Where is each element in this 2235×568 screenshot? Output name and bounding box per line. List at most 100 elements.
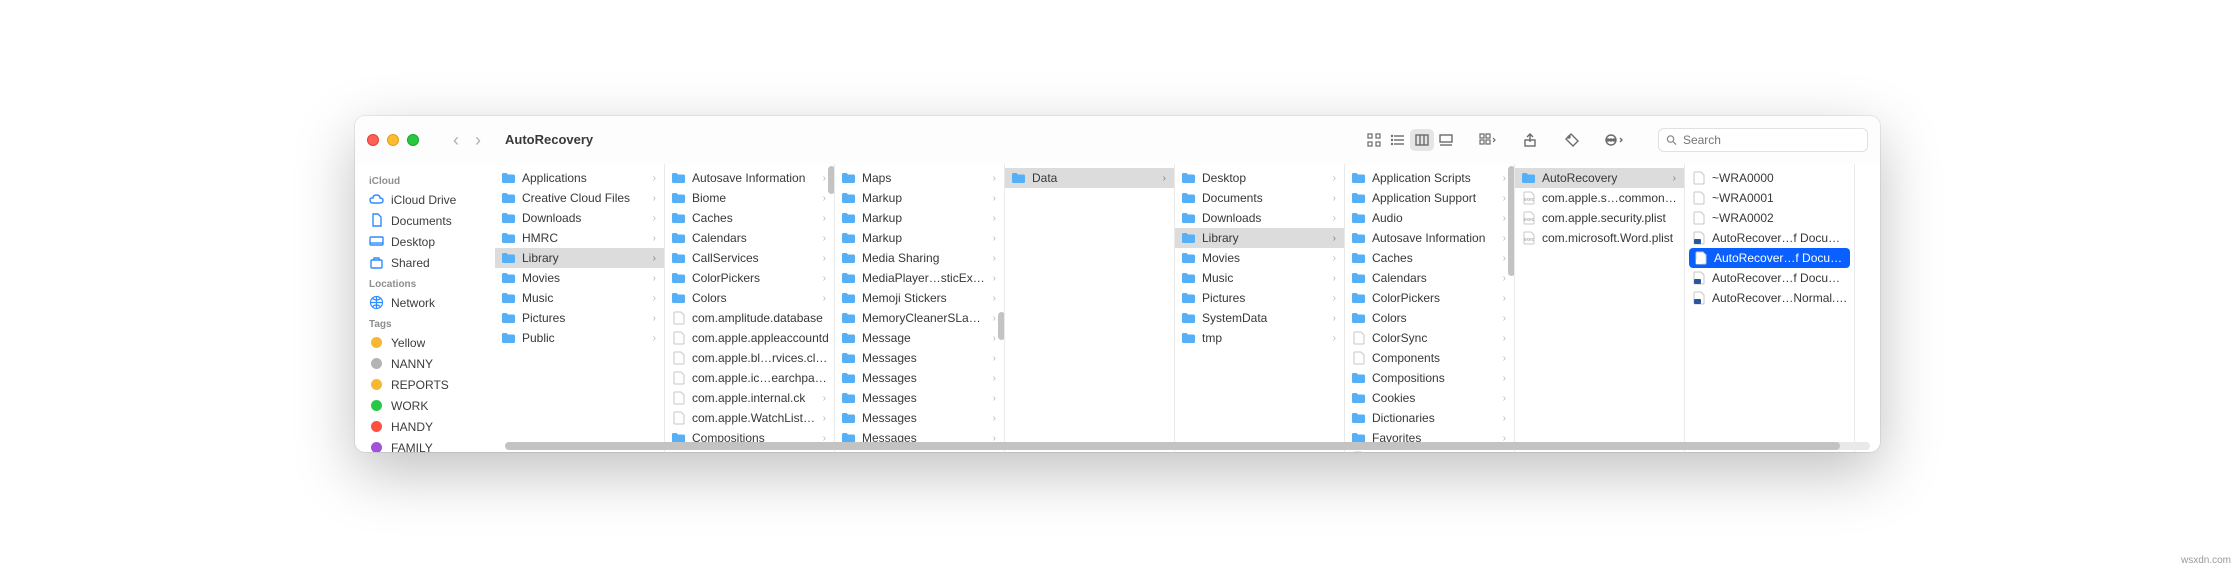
column-item[interactable]: Music› [495, 288, 664, 308]
column-item[interactable]: com.apple.ic…earchpartyd [665, 368, 834, 388]
sidebar-item[interactable]: Desktop [363, 231, 495, 252]
column-item[interactable]: Colors› [665, 288, 834, 308]
column-item[interactable]: Autosave Information› [665, 168, 834, 188]
column-view-button[interactable] [1410, 129, 1434, 151]
tags-button[interactable] [1560, 129, 1584, 151]
column-item[interactable]: Caches› [1345, 248, 1514, 268]
column-item[interactable]: AutoRecover…f Document3 [1685, 268, 1854, 288]
column-item[interactable]: com.apple.WatchListKit› [665, 408, 834, 428]
column-item[interactable]: AutoRecover…f Document2 [1689, 248, 1850, 268]
column-item[interactable]: execcom.apple.s…common.plist [1515, 188, 1684, 208]
column-item[interactable]: Data› [1005, 168, 1174, 188]
sidebar-item[interactable]: Shared [363, 252, 495, 273]
column-item[interactable]: ~WRA0002 [1685, 208, 1854, 228]
sidebar-item[interactable]: Documents [363, 210, 495, 231]
column-item[interactable]: Autosave Information› [1345, 228, 1514, 248]
column-item[interactable]: Components› [1345, 348, 1514, 368]
column-item[interactable]: com.apple.appleaccountd [665, 328, 834, 348]
column-item[interactable]: MemoryCleanerSLauncher› [835, 308, 1004, 328]
column-item[interactable]: MediaPlayer…sticExtension› [835, 268, 1004, 288]
column-item[interactable]: Dictionaries› [1345, 408, 1514, 428]
column-item[interactable]: Messages› [835, 348, 1004, 368]
column-item[interactable]: ~WRA0000 [1685, 168, 1854, 188]
column-item[interactable]: ColorPickers› [665, 268, 834, 288]
list-view-button[interactable] [1386, 129, 1410, 151]
back-button[interactable]: ‹ [453, 131, 459, 149]
column-item[interactable]: com.apple.bl…rvices.cloud [665, 348, 834, 368]
vertical-scrollbar[interactable] [1508, 166, 1514, 276]
column-item[interactable]: Maps› [835, 168, 1004, 188]
column-item[interactable]: execcom.microsoft.Word.plist [1515, 228, 1684, 248]
column-item[interactable]: Pictures› [1175, 288, 1344, 308]
column-item[interactable]: HMRC› [495, 228, 664, 248]
action-menu-button[interactable] [1602, 129, 1626, 151]
column-item[interactable]: Public› [495, 328, 664, 348]
column-item[interactable]: Creative Cloud Files› [495, 188, 664, 208]
column-item[interactable]: Markup› [835, 188, 1004, 208]
search-field[interactable] [1658, 128, 1868, 152]
sidebar-item[interactable]: iCloud Drive [363, 189, 495, 210]
column-item[interactable]: SystemData› [1175, 308, 1344, 328]
column-item[interactable]: Messages› [835, 368, 1004, 388]
column-item[interactable]: AutoRecover…Normal.dotm [1685, 288, 1854, 308]
column-item[interactable]: Audio› [1345, 208, 1514, 228]
column-item[interactable]: com.apple.internal.ck› [665, 388, 834, 408]
sidebar-item[interactable]: REPORTS [363, 374, 495, 395]
horizontal-scrollbar[interactable] [505, 442, 1870, 450]
column-item[interactable]: Markup› [835, 208, 1004, 228]
column-item[interactable]: Biome› [665, 188, 834, 208]
column-item[interactable]: Movies› [1175, 248, 1344, 268]
column-item[interactable]: Documents› [1175, 188, 1344, 208]
column-item[interactable]: Caches› [665, 208, 834, 228]
column-item[interactable]: ~WRA0001 [1685, 188, 1854, 208]
column-item[interactable]: Calendars› [1345, 268, 1514, 288]
sidebar-item[interactable]: Yellow [363, 332, 495, 353]
column-item[interactable]: Desktop› [1175, 168, 1344, 188]
column-item[interactable]: com.amplitude.database [665, 308, 834, 328]
column-item[interactable]: Library› [1175, 228, 1344, 248]
sidebar-item[interactable]: Network [363, 292, 495, 313]
column-item[interactable]: Pictures› [495, 308, 664, 328]
column-item[interactable]: Application Scripts› [1345, 168, 1514, 188]
forward-button[interactable]: › [475, 131, 481, 149]
column-item[interactable]: Media Sharing› [835, 248, 1004, 268]
close-window-button[interactable] [367, 134, 379, 146]
column-item[interactable]: Colors› [1345, 308, 1514, 328]
column-item[interactable]: Compositions› [1345, 368, 1514, 388]
sidebar-item[interactable]: WORK [363, 395, 495, 416]
column-item[interactable]: Applications› [495, 168, 664, 188]
column-item[interactable]: AutoRecovery› [1515, 168, 1684, 188]
fullscreen-window-button[interactable] [407, 134, 419, 146]
column-item[interactable]: Messages› [835, 388, 1004, 408]
column-item[interactable]: ColorPickers› [1345, 288, 1514, 308]
column-item[interactable]: AutoRecover…f Document1 [1685, 228, 1854, 248]
column-item[interactable]: Library› [495, 248, 664, 268]
column-item[interactable]: Application Support› [1345, 188, 1514, 208]
column-item[interactable]: Messages› [835, 408, 1004, 428]
vertical-scrollbar[interactable] [998, 312, 1004, 340]
column-item[interactable]: Message› [835, 328, 1004, 348]
gallery-view-button[interactable] [1434, 129, 1458, 151]
column-item[interactable]: ColorSync› [1345, 328, 1514, 348]
column-item[interactable]: Memoji Stickers› [835, 288, 1004, 308]
column-item[interactable]: execcom.apple.security.plist [1515, 208, 1684, 228]
sidebar-item[interactable]: FAMILY [363, 437, 495, 452]
minimize-window-button[interactable] [387, 134, 399, 146]
column-item[interactable]: Downloads› [495, 208, 664, 228]
column-item[interactable]: Downloads› [1175, 208, 1344, 228]
vertical-scrollbar[interactable] [828, 166, 834, 194]
icon-view-button[interactable] [1362, 129, 1386, 151]
column-item-label: Messages [862, 411, 987, 425]
search-input[interactable] [1683, 133, 1860, 147]
column-item[interactable]: CallServices› [665, 248, 834, 268]
column-item[interactable]: Cookies› [1345, 388, 1514, 408]
sidebar-item[interactable]: HANDY [363, 416, 495, 437]
share-button[interactable] [1518, 129, 1542, 151]
column-item[interactable]: Markup› [835, 228, 1004, 248]
group-by-button[interactable] [1476, 129, 1500, 151]
sidebar-item[interactable]: NANNY [363, 353, 495, 374]
column-item[interactable]: Movies› [495, 268, 664, 288]
column-item[interactable]: Music› [1175, 268, 1344, 288]
column-item[interactable]: Calendars› [665, 228, 834, 248]
column-item[interactable]: tmp› [1175, 328, 1344, 348]
